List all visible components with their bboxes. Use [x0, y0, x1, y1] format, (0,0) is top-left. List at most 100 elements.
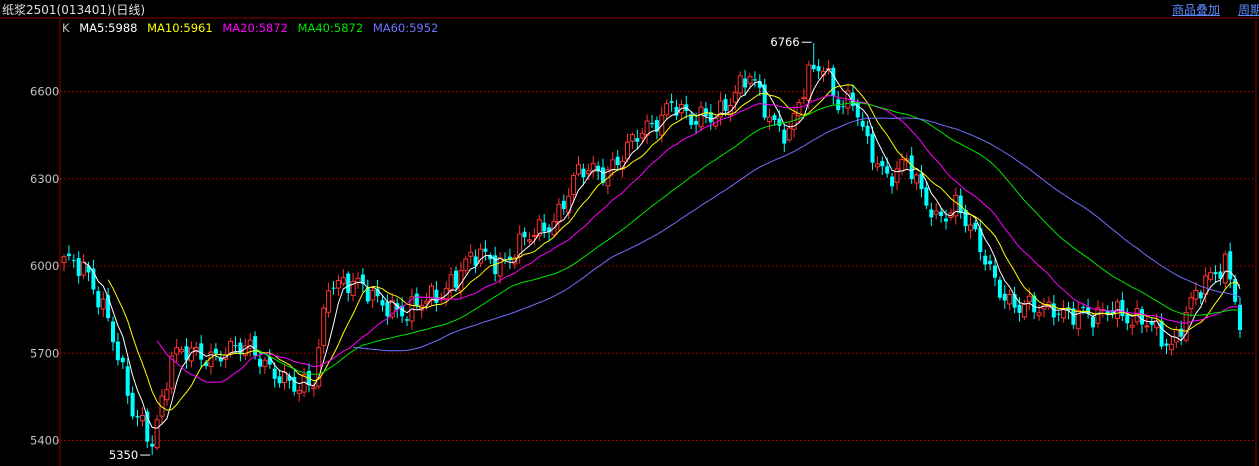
- candle-body-down: [782, 129, 787, 144]
- candle-body-up: [767, 116, 773, 123]
- candle-body-down: [924, 187, 929, 206]
- candle-body-down: [1213, 272, 1218, 275]
- candle-body-up: [1144, 325, 1150, 328]
- candle-body-up: [610, 159, 616, 171]
- candle-body-up: [340, 277, 346, 285]
- candle-body-up: [786, 127, 792, 141]
- candle-body-down: [1159, 321, 1164, 347]
- candle-body-down: [125, 366, 130, 396]
- candle-body-down: [120, 357, 125, 363]
- candle-body-up: [1173, 329, 1179, 343]
- candle-body-up: [1168, 343, 1174, 351]
- candle-body-down: [939, 211, 944, 216]
- candle-body-down: [1198, 292, 1203, 299]
- candle-body-up: [81, 261, 87, 276]
- candle-body-down: [1091, 316, 1095, 328]
- candle-body-down: [993, 265, 997, 278]
- candle-body-down: [669, 101, 674, 103]
- candle-body-down: [615, 156, 620, 166]
- candle-body-down: [258, 358, 262, 367]
- candle-body-down: [380, 300, 385, 306]
- candle-body-up: [933, 210, 939, 215]
- candle-body-down: [561, 200, 566, 209]
- candle-body-down: [694, 120, 699, 125]
- candle-body-up: [531, 234, 537, 238]
- candle-body-up: [1203, 275, 1209, 295]
- candle-body-down: [272, 368, 277, 379]
- candle-body-up: [1036, 312, 1042, 317]
- candle-body-up: [894, 168, 900, 183]
- candle-body-up: [497, 257, 503, 277]
- candle-body-down: [76, 258, 81, 276]
- candle-body-up: [737, 75, 743, 94]
- candle-body-up: [1021, 303, 1027, 318]
- candle-body-down: [346, 273, 351, 294]
- candle-body-down: [944, 218, 948, 222]
- candle-body-down: [1120, 300, 1125, 317]
- candle-body-down: [650, 122, 654, 125]
- candle-body-down: [816, 66, 821, 72]
- candle-body-up: [179, 348, 185, 353]
- candle-body-up: [463, 258, 469, 271]
- y-tick-label: 5700: [30, 346, 59, 360]
- candle-body-down: [635, 138, 640, 142]
- candle-body-down: [1140, 309, 1144, 325]
- candle-body-down: [885, 166, 890, 174]
- high-label: 6766: [770, 35, 799, 49]
- candle-body-down: [1228, 251, 1233, 280]
- candlestick-chart: 6600 6300 6000 5700 5400 6766 5350: [0, 17, 1259, 466]
- candle-body-down: [135, 416, 140, 418]
- candle-body-down: [150, 443, 155, 447]
- candle-body-up: [585, 170, 591, 175]
- ma-line-ma20: [156, 95, 1241, 383]
- candle-body-down: [111, 321, 115, 343]
- candle-body-down: [454, 270, 458, 288]
- candle-body-up: [747, 76, 753, 84]
- candle-body-down: [581, 168, 586, 178]
- candle-body-up: [732, 92, 738, 103]
- candle-body-up: [282, 371, 287, 384]
- candle-body-down: [988, 260, 993, 265]
- candle-body-up: [968, 224, 973, 231]
- candle-body-up: [154, 419, 160, 449]
- candle-body-up: [424, 300, 430, 304]
- candle-body-down: [973, 222, 978, 230]
- candle-body-down: [772, 115, 777, 121]
- candle-body-down: [483, 248, 488, 252]
- y-tick-label: 6600: [30, 85, 59, 99]
- candle-body-down: [213, 348, 218, 354]
- candle-body-up: [468, 251, 474, 257]
- candle-body-up: [625, 141, 630, 160]
- candle-body-up: [370, 289, 376, 301]
- candle-body-up: [296, 389, 302, 394]
- candle-body-down: [253, 336, 258, 356]
- candle-body-up: [1188, 297, 1194, 310]
- candle-body-up: [664, 103, 670, 116]
- candle-body-down: [811, 64, 816, 70]
- candle-body-down: [723, 99, 728, 111]
- candle-body-up: [1129, 324, 1135, 328]
- candle-body-up: [1222, 253, 1228, 284]
- low-label: 5350: [109, 448, 138, 462]
- candle-body-down: [929, 209, 934, 218]
- candle-body-down: [860, 120, 865, 127]
- candle-body-down: [1238, 305, 1242, 330]
- candle-body-up: [1208, 272, 1214, 280]
- candle-body-down: [238, 342, 243, 355]
- candle-body-up: [262, 359, 268, 367]
- candle-body-up: [1026, 295, 1032, 303]
- candle-body-up: [914, 174, 920, 184]
- candle-body-down: [71, 260, 76, 262]
- candle-body-down: [1164, 343, 1169, 346]
- candle-body-up: [321, 307, 327, 346]
- candle-body-up: [698, 106, 704, 128]
- candle-body-down: [115, 341, 120, 361]
- candle-body-down: [130, 392, 135, 417]
- candle-body-up: [806, 64, 812, 101]
- candle-body-up: [164, 389, 170, 401]
- candle-body-up: [639, 133, 645, 139]
- candle-body-down: [743, 78, 748, 88]
- candle-body-down: [66, 253, 71, 257]
- candle-body-down: [405, 319, 409, 321]
- candle-body-up: [335, 280, 341, 289]
